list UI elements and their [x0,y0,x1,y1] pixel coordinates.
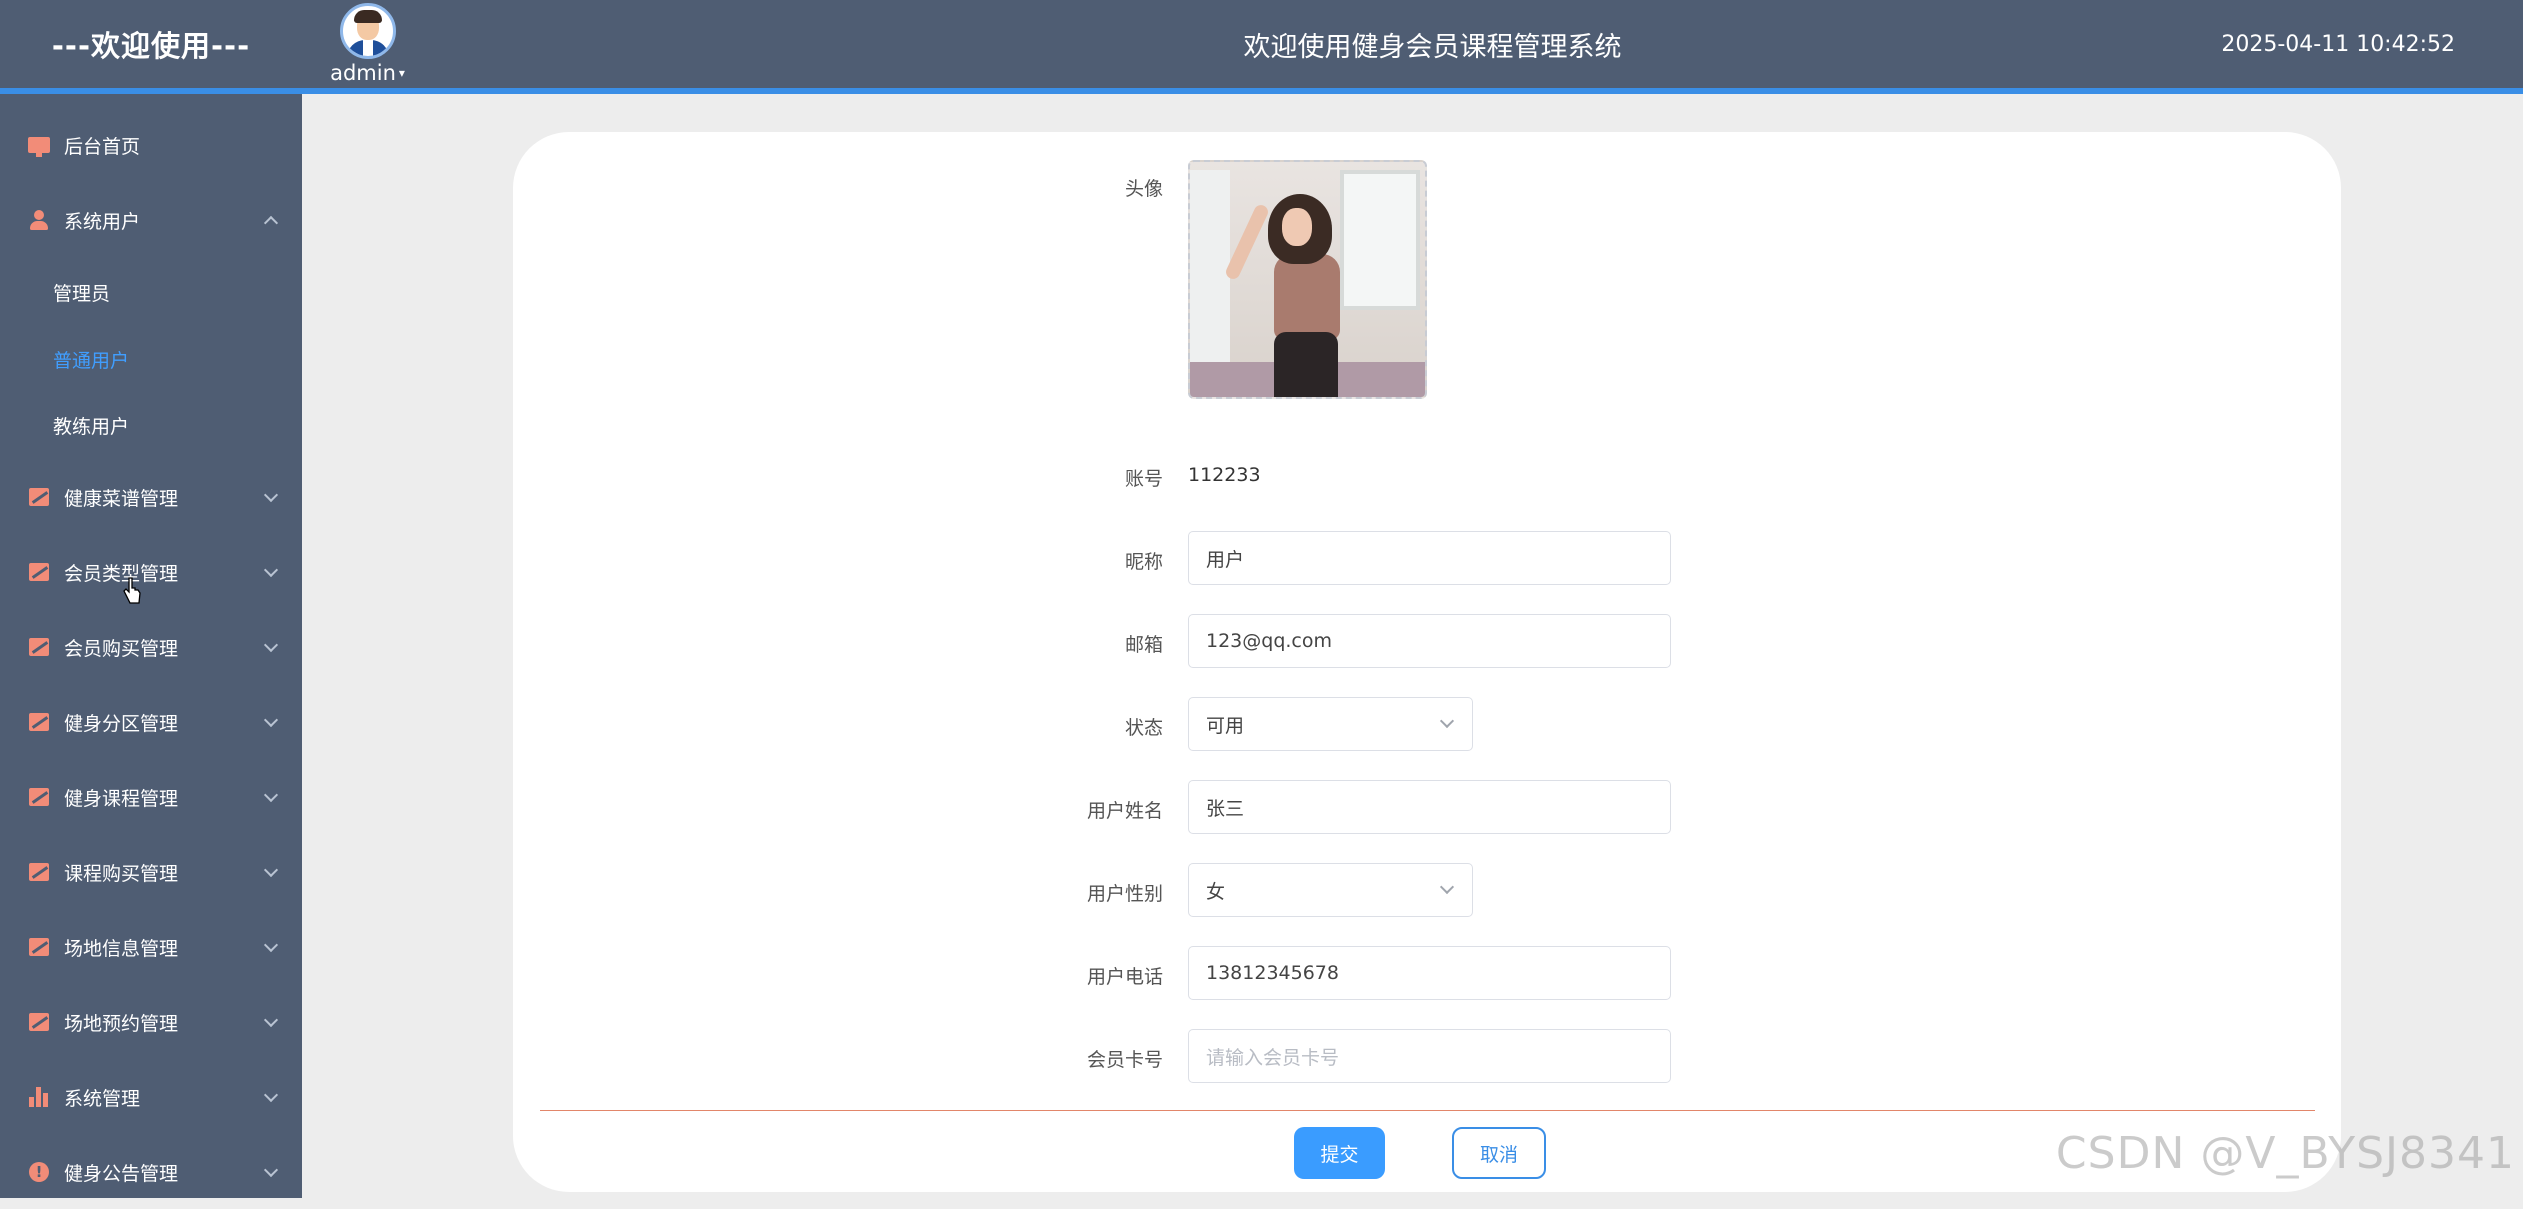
sidebar-item-label: 场地预约管理 [64,1012,179,1035]
username-dropdown[interactable]: admin ▾ [330,61,405,85]
user-icon [28,209,50,231]
sidebar-item-member-types[interactable]: 会员类型管理 [0,535,302,609]
card-number-input[interactable]: 请输入会员卡号 [1188,1029,1671,1083]
sidebar-item-venue-booking[interactable]: 场地预约管理 [0,985,302,1059]
nickname-label: 昵称 [1124,551,1163,573]
avatar-label: 头像 [1124,178,1163,200]
username-label: admin [330,61,396,85]
chevron-down-icon [263,862,279,878]
status-label: 状态 [1124,717,1163,739]
gender-label: 用户性别 [1086,883,1163,905]
mouse-cursor-icon [123,577,141,604]
chart-icon [28,486,50,508]
card-number-label: 会员卡号 [1086,1049,1163,1071]
sidebar-item-system-management[interactable]: 系统管理 [0,1060,302,1134]
chart-icon [28,786,50,808]
info-icon: ! [28,1161,50,1183]
chart-icon [28,636,50,658]
phone-input[interactable]: 13812345678 [1188,946,1671,1000]
sidebar-item-label: 系统管理 [64,1087,141,1110]
system-title: 欢迎使用健身会员课程管理系统 [1243,31,1622,63]
chevron-down-icon [263,1012,279,1028]
chart-icon [28,1011,50,1033]
cancel-button[interactable]: 取消 [1452,1127,1546,1179]
datetime-display: 2025-04-11 10:42:52 [2221,31,2455,57]
chevron-down-icon [1439,713,1455,729]
bar-chart-icon [28,1086,50,1108]
status-selected-value: 可用 [1206,714,1245,737]
avatar-upload[interactable] [1188,160,1427,399]
chevron-down-icon [263,937,279,953]
sidebar-item-label: 健身分区管理 [64,712,179,735]
chevron-down-icon [263,712,279,728]
status-select[interactable]: 可用 [1188,697,1473,751]
user-avatar[interactable] [339,3,396,59]
sidebar-item-label: 会员类型管理 [64,562,179,585]
sidebar-item-course-purchases[interactable]: 课程购买管理 [0,835,302,909]
sidebar-subitem-normal-users[interactable]: 普通用户 [0,326,302,392]
chevron-down-icon [263,1087,279,1103]
sidebar-item-recipes[interactable]: 健康菜谱管理 [0,460,302,534]
form-divider [540,1110,2315,1111]
chevron-down-icon [263,637,279,653]
chart-icon [28,861,50,883]
sidebar-item-fitness-zones[interactable]: 健身分区管理 [0,685,302,759]
chevron-down-icon [263,487,279,503]
sidebar-item-label: 系统用户 [64,210,141,233]
chart-icon [28,936,50,958]
brand-title: ---欢迎使用--- [51,29,251,63]
user-menu[interactable]: admin ▾ [325,0,410,88]
email-input[interactable]: 123@qq.com [1188,614,1671,668]
sidebar-item-label: 后台首页 [64,135,141,158]
watermark: CSDN @V_BYSJ8341 [2055,1128,2515,1179]
sidebar-item-label: 健身课程管理 [64,787,179,810]
account-value: 112233 [1188,464,1261,486]
chevron-up-icon [263,215,279,231]
sidebar-item-label: 场地信息管理 [64,937,179,960]
sidebar-item-venue-info[interactable]: 场地信息管理 [0,910,302,984]
chevron-down-icon [263,787,279,803]
sidebar-subitem-admin[interactable]: 管理员 [0,259,302,325]
email-label: 邮箱 [1124,634,1163,656]
top-header: ---欢迎使用--- admin ▾ 欢迎使用健身会员课程管理系统 2025-0… [0,0,2523,94]
gender-selected-value: 女 [1206,880,1226,903]
phone-label: 用户电话 [1086,966,1163,988]
monitor-icon [28,134,50,157]
name-input[interactable]: 张三 [1188,780,1671,834]
chart-icon [28,561,50,583]
sidebar-item-label: 健身公告管理 [64,1162,179,1185]
chart-icon [28,711,50,733]
chevron-down-icon [263,562,279,578]
chevron-down-icon [263,1162,279,1178]
sidebar-menu: 后台首页 系统用户 管理员 普通用户 教练用户 健康菜谱管理 会员类型管理 会员… [0,94,302,1198]
sidebar-item-member-purchases[interactable]: 会员购买管理 [0,610,302,684]
account-label: 账号 [1124,468,1163,490]
gender-select[interactable]: 女 [1188,863,1473,917]
name-label: 用户姓名 [1086,800,1163,822]
sidebar-item-label: 会员购买管理 [64,637,179,660]
sidebar-item-fitness-courses[interactable]: 健身课程管理 [0,760,302,834]
caret-down-icon: ▾ [398,66,405,80]
sidebar-subitem-coach-users[interactable]: 教练用户 [0,392,302,458]
sidebar-item-label: 健康菜谱管理 [64,487,179,510]
sidebar-item-home[interactable]: 后台首页 [0,108,302,182]
nickname-input[interactable]: 用户 [1188,531,1671,585]
submit-button[interactable]: 提交 [1294,1127,1385,1179]
sidebar-item-system-users[interactable]: 系统用户 [0,183,302,257]
sidebar-item-label: 课程购买管理 [64,862,179,885]
chevron-down-icon [1439,879,1455,895]
